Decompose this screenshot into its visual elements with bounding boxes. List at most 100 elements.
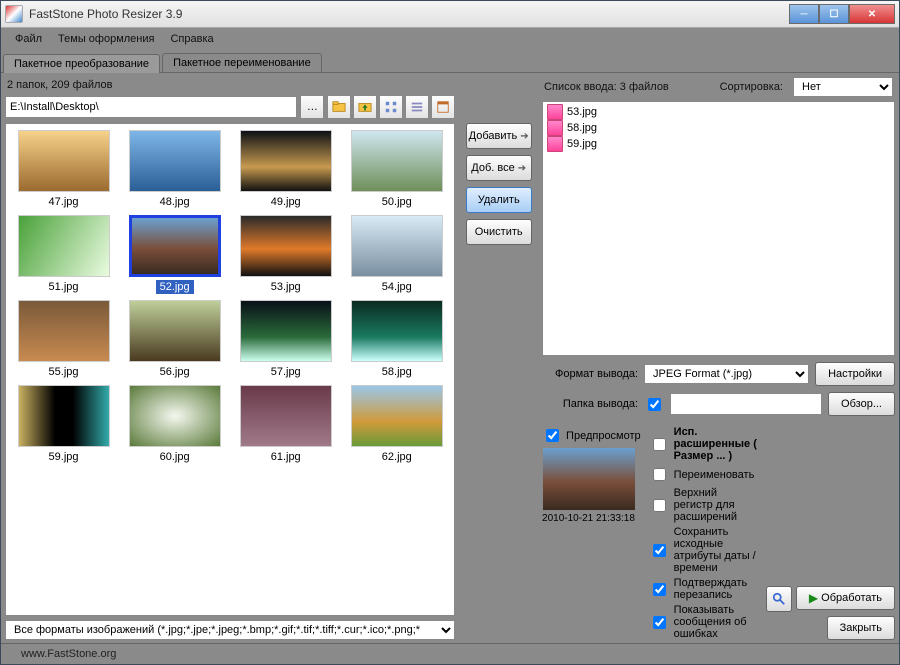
view-list-icon[interactable] [405,95,429,119]
arrow-right-icon: ➔ [518,163,526,174]
thumbnail-filename: 47.jpg [45,195,83,209]
thumbnail-item[interactable]: 48.jpg [121,130,228,209]
thumbnail-item[interactable]: 51.jpg [10,215,117,294]
titlebar: FastStone Photo Resizer 3.9 ─ ☐ ✕ [1,1,899,28]
add-button[interactable]: Добавить➔ [466,123,532,149]
list-item[interactable]: 53.jpg [545,104,892,120]
thumbnail-item[interactable]: 47.jpg [10,130,117,209]
output-folder-input[interactable] [670,393,822,415]
maximize-button[interactable]: ☐ [819,4,849,24]
thumbnail-grid[interactable]: 47.jpg 48.jpg 49.jpg 50.jpg 51.jpg52.jpg 53.j… [5,123,455,616]
menu-themes[interactable]: Темы оформления [52,31,160,47]
thumbnail-item[interactable]: 53.jpg [232,215,339,294]
close-button[interactable]: ✕ [849,4,895,24]
thumbnail-image [129,130,221,192]
thumbnail-image [351,215,443,277]
view-details-icon[interactable] [431,95,455,119]
output-pane: Список ввода: 3 файлов Сортировка: Нет 5… [542,77,895,640]
preview-checkbox[interactable] [546,429,559,442]
tabstrip: Пакетное преобразование Пакетное переиме… [1,50,899,73]
arrow-right-icon: ➔ [520,131,528,142]
thumbnail-item[interactable]: 49.jpg [232,130,339,209]
thumbnail-image [240,215,332,277]
thumbnail-image [240,130,332,192]
window-title: FastStone Photo Resizer 3.9 [29,7,789,21]
rename-checkbox[interactable] [653,468,666,481]
transfer-buttons: Добавить➔ Доб. все➔ Удалить Очистить [461,77,536,640]
show-errors-checkbox[interactable] [653,616,666,629]
thumbnail-filename: 49.jpg [267,195,305,209]
list-item-filename: 59.jpg [567,138,597,150]
jpg-file-icon [547,104,563,120]
thumbnail-image [18,215,110,277]
use-advanced-label: Исп. расширенные ( Размер ... ) [674,426,758,462]
source-pane: 2 папок, 209 файлов … 47.jpg 48.jpg 49.jpg… [5,77,455,640]
close-app-button[interactable]: Закрыть [827,616,895,640]
folder-file-count: 2 папок, 209 файлов [5,77,455,95]
confirm-overwrite-label: Подтверждать перезапись [674,577,758,601]
list-item[interactable]: 59.jpg [545,136,892,152]
format-settings-button[interactable]: Настройки [815,362,895,386]
menu-help[interactable]: Справка [164,31,219,47]
thumbnail-image [18,300,110,362]
thumbnail-filename: 58.jpg [378,365,416,379]
rename-label: Переименовать [674,469,755,481]
sort-select[interactable]: Нет [793,77,893,97]
thumbnail-item[interactable]: 57.jpg [232,300,339,379]
browse-output-button[interactable]: Обзор... [828,392,895,416]
thumbnail-item[interactable]: 59.jpg [10,385,117,464]
thumbnail-item[interactable]: 58.jpg [343,300,450,379]
thumbnail-image [129,215,221,277]
thumbnail-filename: 53.jpg [267,280,305,294]
thumbnail-image [129,385,221,447]
keep-date-label: Сохранить исходные атрибуты даты / време… [674,526,758,574]
menu-file[interactable]: Файл [9,31,48,47]
source-path-input[interactable] [5,96,297,118]
use-advanced-checkbox[interactable] [653,438,666,451]
thumbnail-filename: 50.jpg [378,195,416,209]
tab-batch-convert[interactable]: Пакетное преобразование [3,54,160,73]
magnifier-button[interactable] [766,586,792,612]
file-filter-select[interactable]: Все форматы изображений (*.jpg;*.jpe;*.j… [5,620,455,640]
list-item-filename: 58.jpg [567,122,597,134]
minimize-button[interactable]: ─ [789,4,819,24]
thumbnail-item[interactable]: 62.jpg [343,385,450,464]
thumbnail-filename: 61.jpg [267,450,305,464]
list-item[interactable]: 58.jpg [545,120,892,136]
sort-label: Сортировка: [720,81,783,93]
thumbnail-item[interactable]: 55.jpg [10,300,117,379]
thumbnail-item[interactable]: 52.jpg [121,215,228,294]
statusbar: www.FastStone.org [1,643,899,664]
thumbnail-item[interactable]: 60.jpg [121,385,228,464]
upper-ext-checkbox[interactable] [653,499,666,512]
input-file-list[interactable]: 53.jpg 58.jpg 59.jpg [542,101,895,356]
thumbnail-filename: 54.jpg [378,280,416,294]
app-window: FastStone Photo Resizer 3.9 ─ ☐ ✕ Файл Т… [0,0,900,665]
thumbnail-item[interactable]: 61.jpg [232,385,339,464]
thumbnail-image [18,130,110,192]
browse-path-button[interactable]: … [300,95,324,119]
thumbnail-image [240,385,332,447]
thumbnail-item[interactable]: 50.jpg [343,130,450,209]
thumbnail-image [18,385,110,447]
view-thumbnails-icon[interactable] [379,95,403,119]
jpg-file-icon [547,136,563,152]
output-format-select[interactable]: JPEG Format (*.jpg) [644,364,809,384]
output-folder-checkbox[interactable] [648,398,661,411]
new-folder-icon[interactable] [327,95,351,119]
thumbnail-item[interactable]: 54.jpg [343,215,450,294]
up-folder-icon[interactable] [353,95,377,119]
confirm-overwrite-checkbox[interactable] [653,583,666,596]
thumbnail-filename: 56.jpg [156,365,194,379]
tab-batch-rename[interactable]: Пакетное переименование [162,53,322,72]
remove-button[interactable]: Удалить [466,187,532,213]
menubar: Файл Темы оформления Справка [1,28,899,50]
add-all-button[interactable]: Доб. все➔ [466,155,532,181]
keep-date-checkbox[interactable] [653,544,666,557]
status-url: www.FastStone.org [21,648,116,660]
process-button[interactable]: ▶ Обработать [796,586,895,610]
preview-thumbnail [542,447,636,511]
clear-button[interactable]: Очистить [466,219,532,245]
thumbnail-item[interactable]: 56.jpg [121,300,228,379]
output-format-label: Формат вывода: [542,368,638,380]
